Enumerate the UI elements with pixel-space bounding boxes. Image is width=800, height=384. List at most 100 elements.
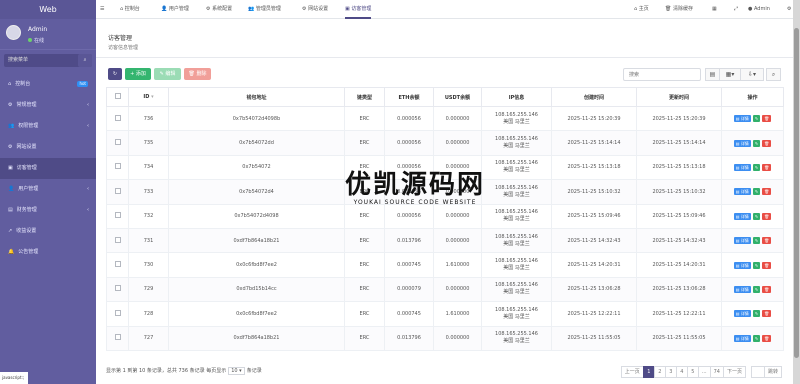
checkbox[interactable] — [114, 236, 121, 243]
delete-row-button[interactable]: 🗑 — [762, 261, 772, 269]
delete-row-button[interactable]: 🗑 — [762, 115, 772, 123]
page-74-button[interactable]: 74 — [709, 366, 724, 378]
edit-row-button[interactable]: ✎ — [752, 334, 761, 342]
sidebar-item-announcements[interactable]: 🔔 公告管理 — [0, 242, 96, 263]
jump-page-input[interactable] — [750, 366, 765, 378]
column-id[interactable]: ID ▾ — [128, 87, 169, 107]
edit-row-button[interactable]: ✎ — [752, 163, 761, 171]
detail-button[interactable]: ▤ 详情 — [733, 310, 751, 318]
view-toggle-icon[interactable]: ▤ — [705, 68, 720, 81]
wallet-cell[interactable]: 0x7b54072d4098b — [168, 105, 345, 132]
search-icon[interactable]: ⌕ — [78, 54, 92, 67]
detail-button[interactable]: ▤ 详情 — [733, 139, 751, 147]
row-checkbox-cell[interactable] — [106, 179, 129, 205]
delete-row-button[interactable]: 🗑 — [762, 139, 772, 147]
sidebar-item-general[interactable]: ⚙ 常规管理 ‹ — [0, 95, 96, 116]
detail-button[interactable]: ▤ 详情 — [733, 237, 751, 245]
wallet-cell[interactable]: 0x0c6fbd8f7ee2 — [168, 301, 345, 327]
wallet-cell[interactable]: 0x7b54072d4 — [168, 179, 345, 205]
sidebar-item-site-settings[interactable]: ⚙ 网站设置 — [0, 137, 96, 158]
wallet-cell[interactable]: 0x7b54072dd — [168, 130, 345, 156]
checkbox[interactable] — [114, 187, 121, 194]
tab-admin-management[interactable]: 👥 管理员管理 — [248, 0, 281, 19]
edit-row-button[interactable]: ✎ — [752, 285, 761, 293]
checkbox[interactable] — [114, 114, 121, 121]
sidebar-item-dashboard[interactable]: ⌂ 控制台 hot — [0, 74, 96, 95]
edit-row-button[interactable]: ✎ — [752, 212, 761, 220]
delete-row-button[interactable]: 🗑 — [762, 163, 772, 171]
detail-button[interactable]: ▤ 详情 — [733, 261, 751, 269]
sidebar-item-finance[interactable]: ▤ 财务管理 ‹ — [0, 200, 96, 221]
sidebar-item-visitor-management[interactable]: ▣ 访客管理 — [0, 158, 96, 179]
wallet-cell[interactable]: 0xdf7b864a18b21 — [168, 227, 345, 254]
sidebar-item-user-management[interactable]: 👤 用户管理 ‹ — [0, 179, 96, 200]
detail-button[interactable]: ▤ 详情 — [733, 188, 751, 196]
edit-row-button[interactable]: ✎ — [752, 115, 761, 123]
settings-icon[interactable]: ⚙ — [787, 0, 791, 19]
row-checkbox-cell[interactable] — [106, 130, 129, 156]
sidebar-search-input[interactable]: 搜索菜单 ⌕ — [4, 54, 92, 67]
tab-system-config[interactable]: ⚙ 系统配置 — [206, 0, 232, 19]
delete-row-button[interactable]: 🗑 — [762, 188, 772, 196]
scrollbar[interactable] — [793, 0, 800, 384]
edit-row-button[interactable]: ✎ — [752, 237, 761, 245]
detail-button[interactable]: ▤ 详情 — [733, 334, 751, 342]
refresh-button[interactable]: ↻ — [108, 68, 122, 80]
clear-cache-button[interactable]: 🗑 清除缓存 — [665, 0, 693, 19]
row-checkbox-cell[interactable] — [106, 227, 129, 254]
export-dropdown-icon[interactable]: ⇩▾ — [740, 68, 764, 81]
tab-visitor-management[interactable]: ▣ 访客管理 — [345, 0, 372, 19]
admin-menu[interactable]: ● Admin — [748, 0, 770, 19]
language-icon[interactable]: ▦ — [712, 0, 717, 19]
wallet-cell[interactable]: 0x7b54072d4098 — [168, 203, 345, 229]
edit-row-button[interactable]: ✎ — [752, 261, 761, 269]
wallet-cell[interactable]: 0xd7bd15b14cc — [168, 276, 345, 303]
edit-row-button[interactable]: ✎ — [752, 188, 761, 196]
checkbox[interactable] — [114, 261, 121, 268]
delete-row-button[interactable]: 🗑 — [762, 334, 772, 342]
edit-button[interactable]: ✎ 编辑 — [154, 68, 181, 80]
home-link[interactable]: ⌂ 主页 — [634, 0, 649, 19]
delete-row-button[interactable]: 🗑 — [762, 237, 772, 245]
row-checkbox-cell[interactable] — [106, 276, 129, 303]
sidebar-item-earnings[interactable]: ↗ 收益设置 — [0, 221, 96, 242]
wallet-cell[interactable]: 0x0c6fbd8f7ee2 — [168, 252, 345, 278]
checkbox[interactable] — [114, 163, 121, 170]
tab-dashboard[interactable]: ⌂ 控制台 — [120, 0, 140, 19]
row-checkbox-cell[interactable] — [106, 252, 129, 278]
tab-user-management[interactable]: 👤 用户管理 — [161, 0, 189, 19]
row-checkbox-cell[interactable] — [106, 301, 129, 327]
checkbox[interactable] — [114, 334, 121, 341]
page-size-select[interactable]: 10 ▾ — [228, 367, 245, 375]
row-checkbox-cell[interactable] — [106, 154, 129, 181]
checkbox[interactable] — [114, 93, 121, 99]
checkbox[interactable] — [114, 139, 121, 146]
menu-toggle-icon[interactable]: ☰ — [100, 0, 104, 19]
delete-button[interactable]: 🗑 删除 — [184, 68, 211, 80]
checkbox[interactable] — [114, 212, 121, 219]
jump-button[interactable]: 跳转 — [763, 366, 782, 378]
tab-site-settings[interactable]: ⚙ 网站设置 — [302, 0, 328, 19]
detail-button[interactable]: ▤ 详情 — [733, 115, 751, 123]
columns-dropdown-icon[interactable]: ▦▾ — [719, 68, 741, 81]
next-page-button[interactable]: 下一页 — [722, 366, 746, 378]
select-all-cell[interactable] — [106, 87, 129, 107]
prev-page-button[interactable]: 上一页 — [620, 366, 644, 378]
fullscreen-icon[interactable]: ⤢ — [734, 0, 738, 19]
checkbox[interactable] — [114, 285, 121, 292]
wallet-cell[interactable]: 0x7b54072 — [168, 154, 345, 181]
detail-button[interactable]: ▤ 详情 — [733, 212, 751, 220]
checkbox[interactable] — [114, 309, 121, 316]
delete-row-button[interactable]: 🗑 — [762, 212, 772, 220]
edit-row-button[interactable]: ✎ — [752, 310, 761, 318]
row-checkbox-cell[interactable] — [106, 203, 129, 229]
edit-row-button[interactable]: ✎ — [752, 139, 761, 147]
row-checkbox-cell[interactable] — [106, 325, 129, 351]
detail-button[interactable]: ▤ 详情 — [733, 285, 751, 293]
add-button[interactable]: + 添加 — [125, 68, 151, 80]
detail-button[interactable]: ▤ 详情 — [733, 163, 751, 171]
search-icon[interactable]: ⌕ — [766, 68, 781, 81]
scrollbar-thumb[interactable] — [794, 28, 799, 358]
row-checkbox-cell[interactable] — [106, 105, 129, 132]
delete-row-button[interactable]: 🗑 — [762, 285, 772, 293]
